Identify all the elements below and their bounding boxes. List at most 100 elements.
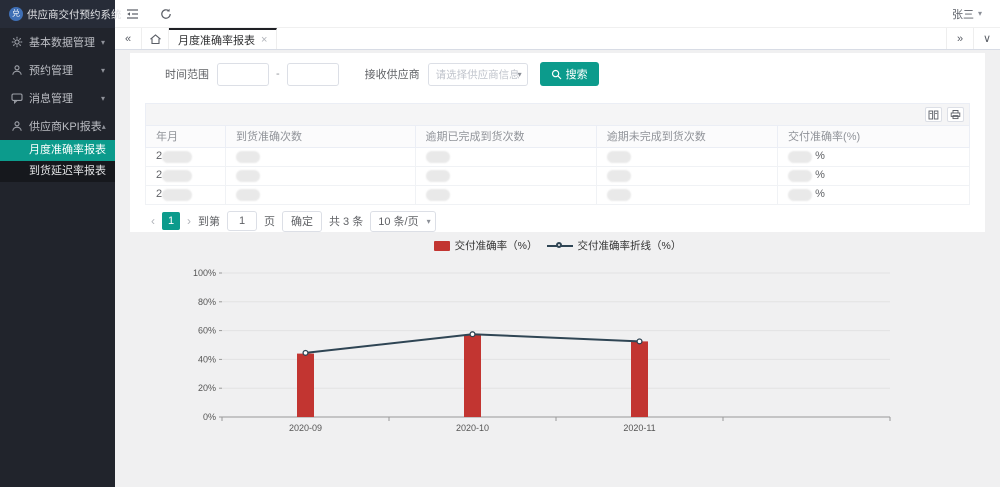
redacted-value	[236, 170, 260, 182]
goto-page-input[interactable]	[227, 211, 257, 231]
page-size-select[interactable]: 10 条/页 ▾	[370, 211, 435, 232]
total-count-label: 共 3 条	[329, 213, 363, 229]
main-content: 时间范围 - 接收供应商 请选择供应商信息 ▾ 搜索	[115, 50, 1000, 487]
line-swatch-icon	[547, 241, 573, 251]
x-category-label: 2020-11	[623, 423, 655, 433]
chevron-icon: ▴	[102, 122, 106, 131]
legend-bar-label: 交付准确率（%）	[455, 238, 538, 253]
legend-item-line[interactable]: 交付准确率折线（%）	[547, 238, 682, 253]
cell-overdue-done-count	[415, 166, 596, 185]
tab-monthly-accuracy-report[interactable]: 月度准确率报表 ×	[169, 28, 277, 49]
app-title: 供应商交付预约系统	[27, 7, 122, 22]
chart-line-marker[interactable]	[470, 332, 475, 337]
user-icon	[11, 120, 23, 132]
next-page-button[interactable]: ›	[187, 214, 191, 228]
sidebar-item-3[interactable]: 供应商KPI报表▴	[0, 112, 115, 140]
redacted-value	[236, 151, 260, 163]
chart-bar[interactable]	[464, 335, 481, 417]
legend-item-bar[interactable]: 交付准确率（%）	[434, 238, 538, 253]
user-name: 张三	[952, 6, 974, 22]
cell-year-month: 2	[146, 147, 226, 166]
table-toolbar	[145, 103, 970, 126]
close-icon[interactable]: ×	[261, 34, 267, 46]
print-icon	[950, 109, 961, 120]
cell-overdue-done-count	[415, 185, 596, 204]
print-button[interactable]	[947, 107, 964, 122]
topbar: 张三 ▾	[115, 0, 1000, 28]
y-tick-label: 100%	[193, 268, 216, 278]
search-button[interactable]: 搜索	[540, 62, 599, 86]
y-tick-label: 40%	[198, 354, 216, 364]
search-button-label: 搜索	[566, 66, 588, 82]
column-header: 到货准确次数	[226, 126, 416, 147]
sidebar-item-0[interactable]: 基本数据管理▾	[0, 28, 115, 56]
chart-line-marker[interactable]	[303, 351, 308, 356]
time-to-input[interactable]	[287, 63, 339, 86]
sidebar-subitem-1[interactable]: 到货延迟率报表	[0, 161, 115, 182]
redacted-value	[788, 151, 812, 163]
chart-bar[interactable]	[297, 354, 314, 417]
sidebar-item-label: 消息管理	[29, 90, 101, 106]
table-row[interactable]: 2 %	[146, 147, 970, 166]
user-menu[interactable]: 张三 ▾	[952, 6, 982, 22]
tab-bar: « 月度准确率报表 × » ∨	[115, 28, 1000, 50]
redacted-value	[607, 151, 631, 163]
y-tick-label: 20%	[198, 383, 216, 393]
chart-line-marker[interactable]	[637, 339, 642, 344]
tabs-scroll-right-button[interactable]: »	[946, 28, 973, 49]
confirm-button[interactable]: 确定	[282, 211, 322, 232]
gear-icon	[11, 36, 23, 48]
cell-accurate-count	[226, 185, 416, 204]
user-icon	[11, 64, 23, 76]
home-tab-button[interactable]	[142, 28, 169, 49]
column-header: 逾期未完成到货次数	[596, 126, 777, 147]
refresh-icon	[160, 8, 172, 20]
report-card: 时间范围 - 接收供应商 请选择供应商信息 ▾ 搜索	[130, 53, 985, 232]
table-row[interactable]: 2 %	[146, 166, 970, 185]
column-settings-button[interactable]	[925, 107, 942, 122]
x-category-label: 2020-09	[289, 423, 322, 433]
column-header: 逾期已完成到货次数	[415, 126, 596, 147]
message-icon	[11, 92, 23, 104]
supplier-select[interactable]: 请选择供应商信息 ▾	[428, 63, 528, 86]
redacted-value	[607, 189, 631, 201]
redacted-value	[426, 151, 450, 163]
cell-accurate-count	[226, 147, 416, 166]
sidebar-subitem-0[interactable]: 月度准确率报表	[0, 140, 115, 161]
time-from-input[interactable]	[217, 63, 269, 86]
prev-page-button[interactable]: ‹	[151, 214, 155, 228]
chevron-icon: ▾	[101, 66, 105, 75]
search-form: 时间范围 - 接收供应商 请选择供应商信息 ▾ 搜索	[130, 53, 985, 87]
tabs-scroll-left-button[interactable]: «	[115, 28, 142, 49]
app-logo: 兑 供应商交付预约系统	[0, 0, 115, 28]
page-size-value: 10 条/页	[378, 213, 418, 229]
redacted-value	[426, 189, 450, 201]
refresh-button[interactable]	[149, 0, 183, 27]
sidebar-item-2[interactable]: 消息管理▾	[0, 84, 115, 112]
redacted-value	[162, 151, 192, 163]
outdent-icon	[126, 8, 139, 20]
sidebar-item-label: 供应商KPI报表	[29, 118, 102, 134]
cell-accuracy-rate: %	[778, 185, 970, 204]
goto-label: 到第	[198, 213, 220, 229]
tabs-more-button[interactable]: ∨	[973, 28, 1000, 49]
table-row[interactable]: 2 %	[146, 185, 970, 204]
sidebar-item-1[interactable]: 预约管理▾	[0, 56, 115, 84]
chevron-down-icon: ▾	[978, 9, 982, 18]
chevron-icon: ▾	[101, 94, 105, 103]
cell-year-month: 2	[146, 185, 226, 204]
cell-year-month: 2	[146, 166, 226, 185]
y-tick-label: 80%	[198, 297, 216, 307]
cell-accuracy-rate: %	[778, 166, 970, 185]
chart-bar[interactable]	[631, 341, 648, 417]
magnifier-icon	[551, 69, 562, 80]
page-unit-label: 页	[264, 213, 275, 229]
cell-accurate-count	[226, 166, 416, 185]
supplier-label: 接收供应商	[365, 66, 420, 82]
cell-overdue-done-count	[415, 147, 596, 166]
page-1-button[interactable]: 1	[162, 212, 180, 230]
redacted-value	[162, 170, 192, 182]
redacted-value	[788, 170, 812, 182]
redacted-value	[607, 170, 631, 182]
y-tick-label: 60%	[198, 326, 216, 336]
